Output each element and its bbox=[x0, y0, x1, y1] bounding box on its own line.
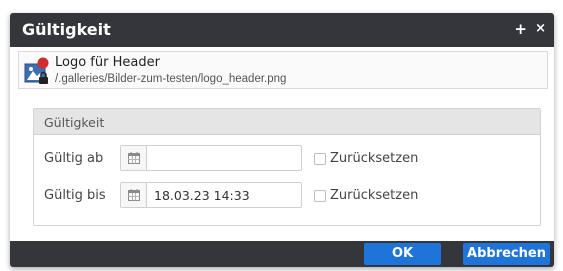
cancel-button[interactable]: Abbrechen bbox=[463, 243, 550, 265]
valid-from-reset-label[interactable]: Zurücksetzen bbox=[330, 151, 418, 166]
valid-until-field[interactable]: 18.03.23 14:33 bbox=[120, 182, 302, 208]
valid-until-input[interactable]: 18.03.23 14:33 bbox=[154, 188, 250, 203]
ok-button[interactable]: OK bbox=[364, 243, 441, 265]
fieldset-header: Gültigkeit bbox=[34, 109, 540, 135]
valid-until-calendar-button[interactable] bbox=[121, 183, 147, 207]
dialog-title: Gültigkeit bbox=[22, 20, 111, 39]
valid-from-reset-checkbox[interactable] bbox=[314, 153, 326, 165]
file-title: Logo für Header bbox=[55, 55, 160, 70]
valid-until-label: Gültig bis bbox=[44, 188, 106, 203]
valid-from-field[interactable] bbox=[120, 145, 302, 171]
maximize-button[interactable]: + bbox=[514, 20, 527, 38]
file-path: /.galleries/Bilder-zum-testen/logo_heade… bbox=[55, 73, 287, 85]
file-header: Logo für Header /.galleries/Bilder-zum-t… bbox=[18, 51, 548, 89]
calendar-icon bbox=[128, 189, 140, 201]
valid-until-reset-checkbox[interactable] bbox=[314, 190, 326, 202]
validity-dialog: Gültigkeit + × Logo für Header /.galleri… bbox=[10, 13, 554, 267]
valid-until-reset-label[interactable]: Zurücksetzen bbox=[330, 188, 418, 203]
validity-fieldset: Gültigkeit Gültig ab Zurücksetzen Gültig… bbox=[33, 108, 541, 226]
dialog-titlebar[interactable]: Gültigkeit + × bbox=[10, 13, 554, 47]
calendar-icon bbox=[128, 152, 140, 164]
fieldset-legend: Gültigkeit bbox=[44, 115, 105, 130]
dialog-content: Logo für Header /.galleries/Bilder-zum-t… bbox=[10, 47, 554, 241]
image-file-icon bbox=[23, 56, 51, 86]
valid-from-label: Gültig ab bbox=[44, 151, 104, 166]
valid-from-calendar-button[interactable] bbox=[121, 146, 147, 170]
close-button[interactable]: × bbox=[535, 20, 546, 38]
